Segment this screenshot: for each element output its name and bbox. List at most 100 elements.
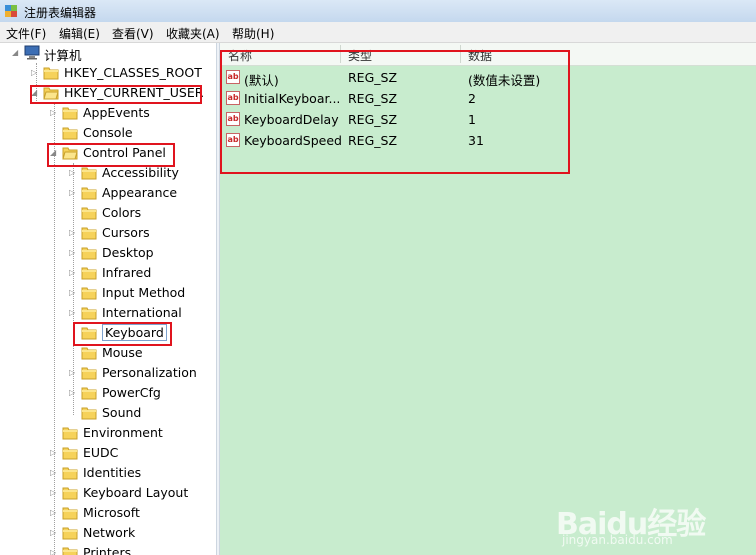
collapse-arrow-icon[interactable]: ▷: [69, 368, 77, 378]
collapse-arrow-icon[interactable]: ▷: [50, 548, 58, 555]
tree-label: 计算机: [44, 48, 82, 63]
tree-label: PowerCfg: [102, 385, 161, 400]
string-value-icon: ab: [226, 133, 240, 147]
values-list[interactable]: 名称 类型 数据 ab (默认) REG_SZ (数值未设置) ab InitialKey…: [220, 43, 756, 555]
folder-icon: [81, 287, 97, 300]
tree-label: Keyboard: [102, 324, 167, 341]
folder-icon: [81, 267, 97, 280]
tree-node-mouse[interactable]: Mouse: [0, 343, 216, 363]
menu-edit[interactable]: 编辑(E): [59, 25, 100, 42]
table-row[interactable]: ab KeyboardSpeed REG_SZ 31: [220, 130, 756, 151]
value-data: 2: [468, 91, 476, 106]
column-name[interactable]: 名称: [228, 47, 252, 64]
menu-favorites[interactable]: 收藏夹(A): [166, 25, 220, 42]
folder-icon: [81, 347, 97, 360]
expand-arrow-icon[interactable]: ◢: [12, 48, 20, 58]
collapse-arrow-icon[interactable]: ▷: [69, 288, 77, 298]
tree-node-cursors[interactable]: ▷ Cursors: [0, 223, 216, 243]
tree-node-eudc[interactable]: ▷ EUDC: [0, 443, 216, 463]
menu-file[interactable]: 文件(F): [6, 25, 46, 42]
title-bar: 注册表编辑器: [0, 0, 756, 23]
tree-node-hkcr[interactable]: ▷ HKEY_CLASSES_ROOT: [0, 63, 216, 83]
collapse-arrow-icon[interactable]: ▷: [50, 108, 58, 118]
tree-label: Sound: [102, 405, 142, 420]
value-data: 31: [468, 133, 484, 148]
collapse-arrow-icon[interactable]: ▷: [50, 448, 58, 458]
tree-node-powercfg[interactable]: ▷ PowerCfg: [0, 383, 216, 403]
tree-node-keyboard-layout[interactable]: ▷ Keyboard Layout: [0, 483, 216, 503]
table-row[interactable]: ab KeyboardDelay REG_SZ 1: [220, 109, 756, 130]
regedit-icon: [5, 5, 17, 17]
tree-node-infrared[interactable]: ▷ Infrared: [0, 263, 216, 283]
tree-node-colors[interactable]: Colors: [0, 203, 216, 223]
tree-node-appearance[interactable]: ▷ Appearance: [0, 183, 216, 203]
tree-label: Mouse: [102, 345, 143, 360]
value-type: REG_SZ: [348, 133, 398, 148]
folder-icon: [81, 247, 97, 260]
tree-node-sound[interactable]: Sound: [0, 403, 216, 423]
table-row[interactable]: ab InitialKeyboar... REG_SZ 2: [220, 88, 756, 109]
collapse-arrow-icon[interactable]: ▷: [69, 188, 77, 198]
expand-arrow-icon[interactable]: ◢: [31, 88, 39, 98]
tree-label: Keyboard Layout: [83, 485, 189, 500]
value-name: KeyboardSpeed: [244, 133, 342, 148]
tree-node-printers[interactable]: ▷ Printers: [0, 543, 216, 555]
tree-node-international[interactable]: ▷ International: [0, 303, 216, 323]
registry-tree[interactable]: ◢ 计算机 ▷ HKEY_CLASSES_ROOT ◢ HKEY_CURRENT…: [0, 43, 216, 555]
collapse-arrow-icon[interactable]: ▷: [69, 248, 77, 258]
value-data: (数值未设置): [468, 73, 541, 88]
value-name: InitialKeyboar...: [244, 91, 341, 106]
tree-node-personalization[interactable]: ▷ Personalization: [0, 363, 216, 383]
tree-label: Identities: [83, 465, 142, 480]
collapse-arrow-icon[interactable]: ▷: [69, 228, 77, 238]
tree-label: Network: [83, 525, 136, 540]
tree-node-keyboard[interactable]: Keyboard: [0, 323, 216, 343]
value-type: REG_SZ: [348, 70, 398, 85]
folder-icon: [81, 387, 97, 400]
collapse-arrow-icon[interactable]: ▷: [31, 68, 39, 78]
tree-node-console[interactable]: Console: [0, 123, 216, 143]
tree-node-appevents[interactable]: ▷ AppEvents: [0, 103, 216, 123]
tree-node-network[interactable]: ▷ Network: [0, 523, 216, 543]
tree-node-environment[interactable]: Environment: [0, 423, 216, 443]
folder-icon: [62, 447, 78, 460]
table-row[interactable]: ab (默认) REG_SZ (数值未设置): [220, 67, 756, 88]
tree-node-identities[interactable]: ▷ Identities: [0, 463, 216, 483]
tree-label: EUDC: [83, 445, 119, 460]
tree-node-accessibility[interactable]: ▷ Accessibility: [0, 163, 216, 183]
folder-open-icon: [43, 87, 59, 100]
collapse-arrow-icon[interactable]: ▷: [50, 468, 58, 478]
folder-icon: [62, 487, 78, 500]
list-header: 名称 类型 数据: [220, 43, 756, 66]
tree-label: Input Method: [102, 285, 186, 300]
value-type: REG_SZ: [348, 91, 398, 106]
tree-label: Printers: [83, 545, 132, 555]
folder-icon: [62, 127, 78, 140]
collapse-arrow-icon[interactable]: ▷: [69, 388, 77, 398]
collapse-arrow-icon[interactable]: ▷: [50, 528, 58, 538]
menu-help[interactable]: 帮助(H): [232, 25, 274, 42]
tree-label: Colors: [102, 205, 142, 220]
menu-view[interactable]: 查看(V): [112, 25, 154, 42]
collapse-arrow-icon[interactable]: ▷: [50, 508, 58, 518]
collapse-arrow-icon[interactable]: ▷: [69, 268, 77, 278]
folder-icon: [81, 327, 97, 340]
tree-label: Environment: [83, 425, 163, 440]
collapse-arrow-icon[interactable]: ▷: [69, 168, 77, 178]
tree-node-control-panel[interactable]: ◢ Control Panel: [0, 143, 216, 163]
tree-node-microsoft[interactable]: ▷ Microsoft: [0, 503, 216, 523]
folder-icon: [81, 367, 97, 380]
expand-arrow-icon[interactable]: ◢: [50, 148, 58, 158]
column-type[interactable]: 类型: [348, 47, 372, 64]
tree-node-hkcu[interactable]: ◢ HKEY_CURRENT_USER: [0, 83, 216, 103]
tree-node-input-method[interactable]: ▷ Input Method: [0, 283, 216, 303]
tree-node-computer[interactable]: ◢ 计算机: [0, 43, 216, 63]
collapse-arrow-icon[interactable]: ▷: [69, 308, 77, 318]
tree-node-desktop[interactable]: ▷ Desktop: [0, 243, 216, 263]
column-data[interactable]: 数据: [468, 47, 492, 64]
menu-bar: 文件(F) 编辑(E) 查看(V) 收藏夹(A) 帮助(H): [0, 22, 756, 43]
tree-label: Microsoft: [83, 505, 140, 520]
watermark: Baidu经验 jingyan.baidu.com: [556, 499, 746, 549]
folder-icon: [62, 427, 78, 440]
collapse-arrow-icon[interactable]: ▷: [50, 488, 58, 498]
